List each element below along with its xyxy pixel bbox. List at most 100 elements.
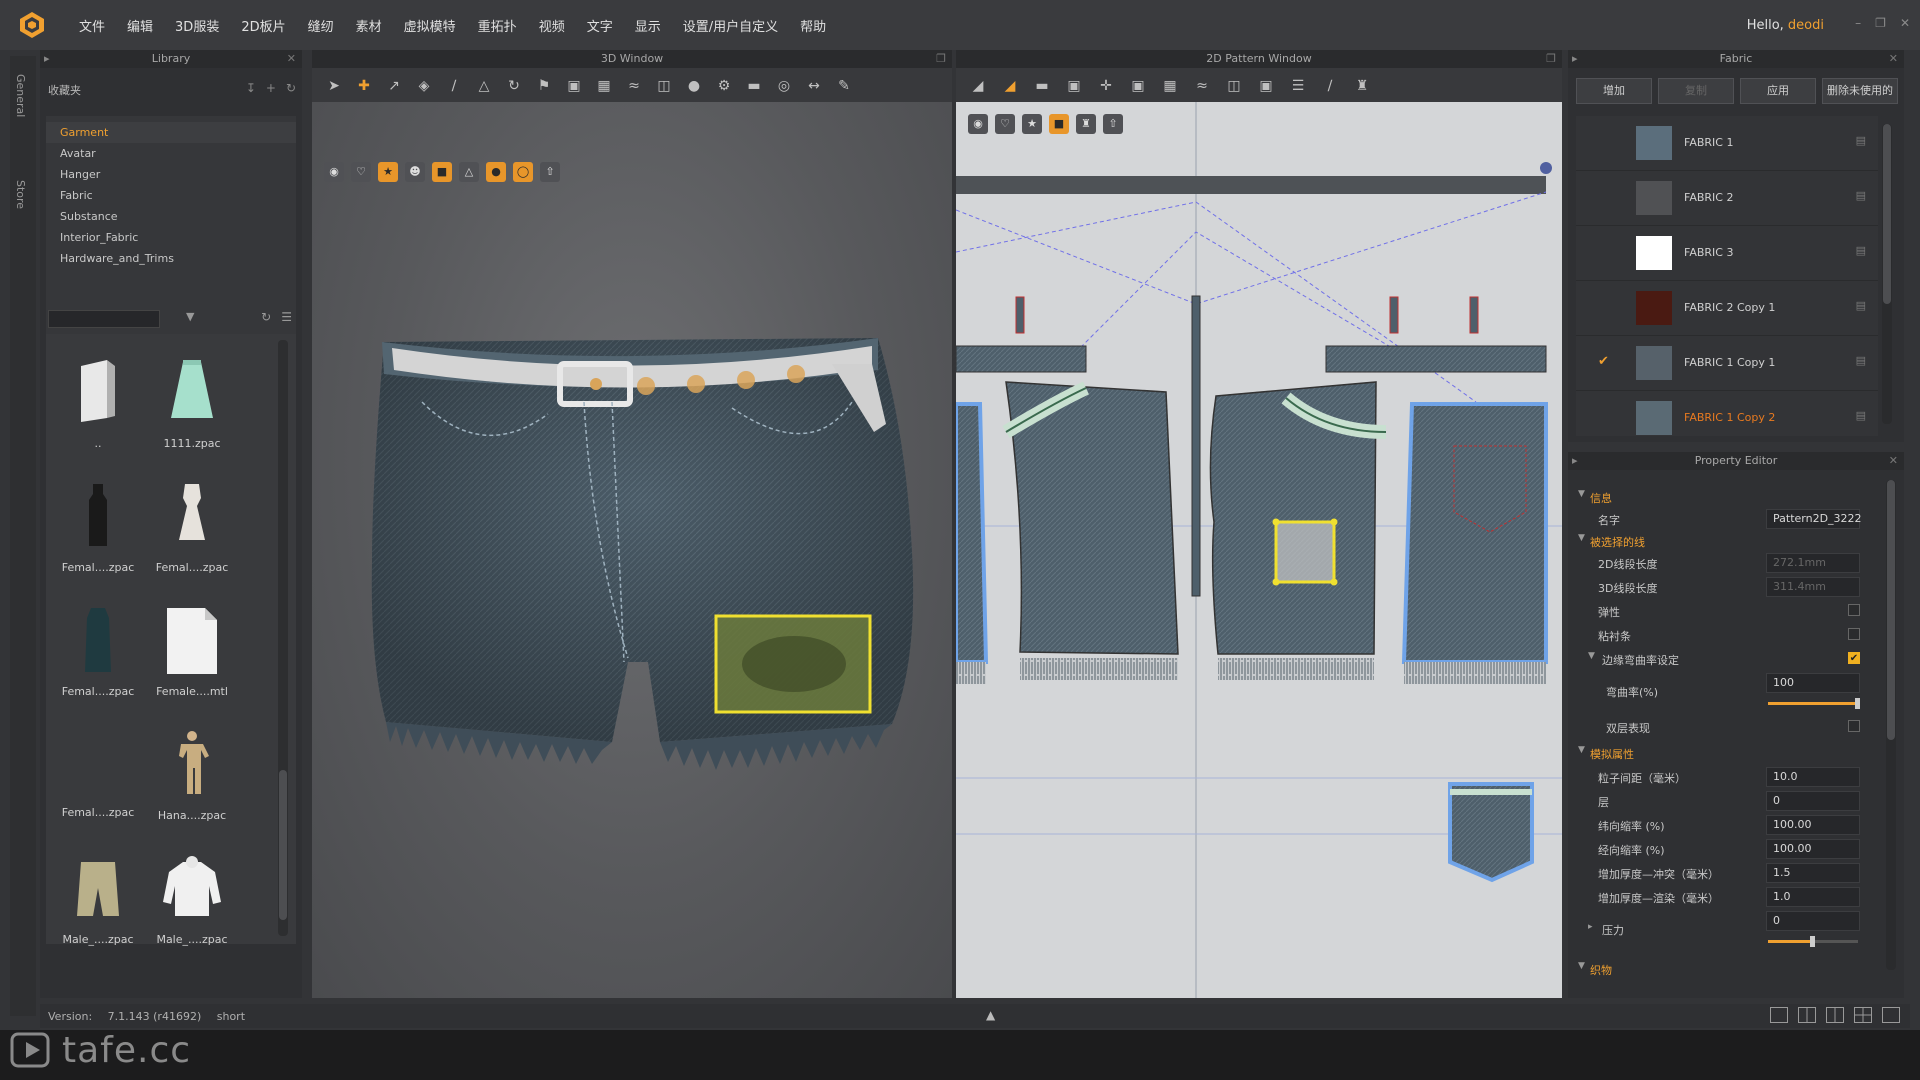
- app-logo-icon[interactable]: [18, 11, 46, 39]
- elastic-checkbox[interactable]: [1848, 604, 1860, 616]
- library-item[interactable]: Female....mtl: [148, 596, 236, 714]
- thickness-render-field[interactable]: 1.0: [1766, 887, 1860, 907]
- grain-view-icon[interactable]: ★: [1022, 114, 1042, 134]
- pattern-view-icon[interactable]: ◉: [968, 114, 988, 134]
- seam-icon[interactable]: ◫: [654, 76, 674, 96]
- tack-icon[interactable]: ▣: [564, 76, 584, 96]
- minimize-icon[interactable]: –: [1855, 16, 1861, 30]
- tree-item-substance[interactable]: Substance: [46, 206, 296, 227]
- add-folder-icon[interactable]: +: [266, 81, 276, 95]
- menu-avatar[interactable]: 虚拟模特: [393, 16, 467, 35]
- tab-general[interactable]: General: [14, 74, 27, 117]
- save-icon[interactable]: ▤: [1856, 244, 1866, 257]
- scrollbar-thumb[interactable]: [1883, 124, 1891, 304]
- tree-item-garment[interactable]: Garment: [46, 122, 296, 143]
- delete-unused-button[interactable]: 删除未使用的: [1822, 78, 1898, 104]
- fabric-row[interactable]: ✔ FABRIC 1 Copy 1 ▤: [1576, 336, 1878, 391]
- library-item[interactable]: Femal....zpac: [54, 472, 142, 590]
- rectangle-icon[interactable]: ▣: [1064, 76, 1084, 96]
- panel-close-icon[interactable]: ✕: [1889, 452, 1898, 470]
- select-move-icon[interactable]: ➤: [324, 76, 344, 96]
- library-item[interactable]: Male_....zpac: [148, 844, 236, 962]
- fabric-scrollbar[interactable]: [1882, 124, 1892, 424]
- sewing-view-icon[interactable]: ♡: [995, 114, 1015, 134]
- select-mesh-icon[interactable]: ↗: [384, 76, 404, 96]
- layer-field[interactable]: 0: [1766, 791, 1860, 811]
- curvature-checkbox[interactable]: ✔: [1848, 652, 1860, 664]
- chevron-down-icon[interactable]: ▼: [1578, 745, 1585, 755]
- menu-video[interactable]: 视频: [528, 16, 576, 35]
- point-icon[interactable]: ●: [684, 76, 704, 96]
- garment-tool-icon[interactable]: ◈: [414, 76, 434, 96]
- chevron-down-icon[interactable]: ▼: [1588, 651, 1595, 661]
- menu-3d-garment[interactable]: 3D服装: [164, 16, 230, 35]
- save-icon[interactable]: ▤: [1856, 299, 1866, 312]
- rotate-icon[interactable]: ↻: [504, 76, 524, 96]
- shirt-view-icon[interactable]: ♜: [1076, 114, 1096, 134]
- restore-icon[interactable]: ❐: [1875, 16, 1886, 30]
- name-field[interactable]: Pattern2D_3222: [1766, 509, 1862, 529]
- refresh-icon[interactable]: ↻: [261, 310, 271, 324]
- curvature-field[interactable]: 100: [1766, 673, 1860, 693]
- pin-tool-icon[interactable]: ⚑: [534, 76, 554, 96]
- layout-quad-icon[interactable]: [1854, 1007, 1872, 1023]
- transform-icon[interactable]: ✚: [354, 76, 374, 96]
- grid-tool-icon[interactable]: ▦: [1160, 76, 1180, 96]
- fabric-row[interactable]: FABRIC 2 Copy 1 ▤: [1576, 281, 1878, 336]
- library-item[interactable]: Femal....zpac: [54, 720, 142, 838]
- chevron-down-icon[interactable]: ▼: [1578, 961, 1585, 971]
- slider-knob[interactable]: [1810, 936, 1815, 947]
- scrollbar-thumb[interactable]: [1887, 480, 1895, 740]
- save-icon[interactable]: ▤: [1856, 189, 1866, 202]
- tab-store[interactable]: Store: [14, 180, 27, 209]
- particle-distance-field[interactable]: 10.0: [1766, 767, 1860, 787]
- internal-point-icon[interactable]: ✛: [1096, 76, 1116, 96]
- library-item[interactable]: Femal....zpac: [54, 596, 142, 714]
- property-scrollbar[interactable]: [1886, 480, 1896, 970]
- menu-display[interactable]: 显示: [624, 16, 672, 35]
- polygon-icon[interactable]: ▬: [1032, 76, 1052, 96]
- puckering-icon[interactable]: ⚙: [714, 76, 734, 96]
- dart-icon[interactable]: ▣: [1128, 76, 1148, 96]
- check-sew-icon[interactable]: ☰: [1288, 76, 1308, 96]
- button-tool-icon[interactable]: ◎: [774, 76, 794, 96]
- measure-icon[interactable]: ↔: [804, 76, 824, 96]
- section-info[interactable]: ▼ 信息: [1568, 486, 1878, 508]
- fusible-checkbox[interactable]: [1848, 628, 1860, 640]
- menu-settings[interactable]: 设置/用户自定义: [672, 16, 789, 35]
- layout-single-icon[interactable]: [1770, 1007, 1788, 1023]
- warp-shrink-field[interactable]: 100.00: [1766, 839, 1860, 859]
- layout-custom-icon[interactable]: [1882, 1007, 1900, 1023]
- menu-2d-pattern[interactable]: 2D板片: [230, 16, 296, 35]
- refresh-icon[interactable]: ↻: [286, 81, 296, 95]
- tree-item-hanger[interactable]: Hanger: [46, 164, 296, 185]
- library-item[interactable]: Hana....zpac: [148, 720, 236, 838]
- slider-knob[interactable]: [1855, 698, 1860, 709]
- section-simulation[interactable]: ▼ 模拟属性: [1568, 742, 1878, 764]
- scrollbar-thumb[interactable]: [279, 770, 287, 920]
- download-icon[interactable]: ↧: [246, 81, 256, 95]
- chevron-down-icon[interactable]: ▼: [186, 310, 194, 323]
- menu-file[interactable]: 文件: [68, 16, 116, 35]
- library-item[interactable]: 1111.zpac: [148, 348, 236, 466]
- list-view-icon[interactable]: ☰: [281, 310, 292, 324]
- expand-up-icon[interactable]: ▲: [986, 1008, 995, 1022]
- panel-close-icon[interactable]: ✕: [1889, 50, 1898, 68]
- pin-icon[interactable]: ▸: [1572, 452, 1578, 470]
- copy-fabric-button[interactable]: 复制: [1658, 78, 1734, 104]
- menu-retopology[interactable]: 重拓扑: [467, 16, 528, 35]
- add-fabric-button[interactable]: 增加: [1576, 78, 1652, 104]
- tree-item-interior-fabric[interactable]: Interior_Fabric: [46, 227, 296, 248]
- fabric-row[interactable]: FABRIC 3 ▤: [1576, 226, 1878, 281]
- double-side-checkbox[interactable]: [1848, 720, 1860, 732]
- edit-pattern-icon[interactable]: ◢: [968, 76, 988, 96]
- save-icon[interactable]: ▤: [1856, 134, 1866, 147]
- library-item[interactable]: ..: [54, 348, 142, 466]
- tree-item-avatar[interactable]: Avatar: [46, 143, 296, 164]
- tree-item-hardware[interactable]: Hardware_and_Trims: [46, 248, 296, 269]
- topstitch-icon[interactable]: ∕: [1320, 76, 1340, 96]
- thickness-collision-field[interactable]: 1.5: [1766, 863, 1860, 883]
- pressure-slider[interactable]: [1768, 936, 1858, 947]
- export-icon[interactable]: ⇧: [1103, 114, 1123, 134]
- pressure-field[interactable]: 0: [1766, 911, 1860, 931]
